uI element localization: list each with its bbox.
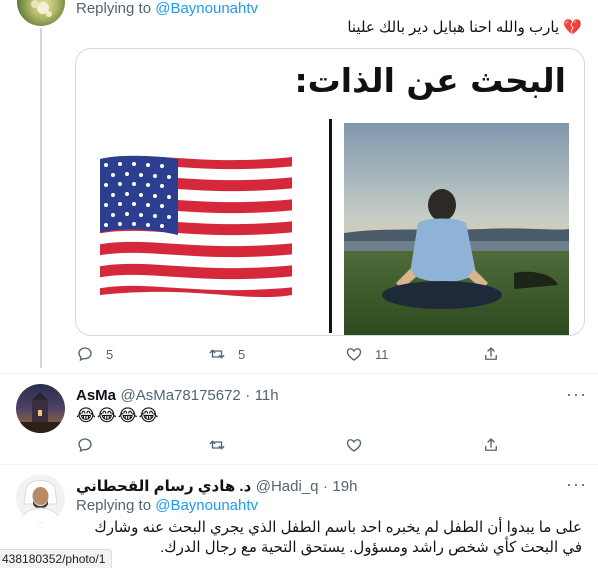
meditation-photo [344, 123, 569, 335]
reply-icon [78, 347, 92, 362]
display-name[interactable]: د. هادي رسام القحطاني [76, 478, 251, 495]
image-divider [329, 119, 332, 333]
share-icon [485, 438, 497, 451]
reply-button[interactable] [76, 436, 94, 454]
avatar[interactable] [16, 474, 65, 523]
share-icon [485, 347, 497, 360]
heart-icon [346, 439, 362, 452]
timestamp[interactable]: 19h [332, 478, 357, 495]
us-flag-icon [100, 155, 292, 298]
tweet-header: د. هادي رسام القحطاني @Hadi_q · 19h [76, 477, 357, 496]
status-bar-url: 438180352/photo/1 [0, 549, 113, 568]
tweet-header: AsMa @AsMa78175672 · 11h [76, 387, 279, 405]
heart-icon [346, 348, 362, 361]
retweet-button[interactable]: 5 [208, 345, 245, 363]
like-count: 11 [375, 346, 389, 362]
tweet-text: 💔 يارب والله احنا هبايل دير بالك علينا [82, 18, 582, 38]
like-button[interactable]: 11 [345, 345, 389, 363]
avatar[interactable] [16, 384, 65, 433]
reply-button[interactable]: 5 [76, 345, 113, 363]
avatar-person-icon [19, 480, 62, 523]
media-title: البحث عن الذات: [294, 61, 566, 100]
reply-icon [78, 438, 92, 453]
reply-count: 5 [106, 346, 114, 362]
user-handle[interactable]: @Hadi_q [256, 478, 319, 495]
replying-to: Replying to @Baynounahtv [76, 497, 258, 514]
tweet-media[interactable]: البحث عن الذات: [75, 48, 585, 336]
retweet-count: 5 [238, 346, 246, 362]
divider [0, 464, 598, 465]
share-button[interactable] [482, 436, 500, 454]
timestamp[interactable]: 11h [255, 387, 279, 404]
more-options-icon[interactable]: ··· [566, 384, 587, 405]
tweet-text-body: يارب والله احنا هبايل دير بالك علينا [347, 19, 560, 36]
tweet-text-line-2: في البحث كأي شخص راشد ومسؤول. يستحق التح… [160, 539, 582, 556]
retweet-icon [209, 440, 225, 450]
thread-line [40, 28, 42, 368]
replying-handle-link[interactable]: @Baynounahtv [155, 497, 258, 514]
replying-prefix: Replying to [76, 497, 152, 514]
divider [0, 373, 598, 374]
replying-prefix: Replying to [76, 0, 152, 17]
tweet-text: على ما يبدوا أن الطفل لم يخبره احد باسم … [72, 518, 582, 558]
tweet-text-line-1: على ما يبدوا أن الطفل لم يخبره احد باسم … [94, 519, 582, 536]
separator-dot: · [322, 478, 328, 495]
tweet-text: 😂😂😂😂 [76, 406, 160, 425]
retweet-icon [209, 349, 225, 359]
replying-to: Replying to @Baynounahtv [76, 0, 258, 17]
broken-heart-emoji: 💔 [563, 19, 582, 36]
avatar-flower-icon [31, 0, 52, 17]
separator-dot: · [245, 387, 251, 404]
display-name[interactable]: AsMa [76, 387, 116, 404]
avatar-castle-icon [16, 392, 65, 433]
share-button[interactable] [482, 345, 500, 363]
like-button[interactable] [345, 436, 363, 454]
replying-handle-link[interactable]: @Baynounahtv [155, 0, 258, 17]
retweet-button[interactable] [208, 436, 226, 454]
user-handle[interactable]: @AsMa78175672 [120, 387, 240, 404]
more-options-icon[interactable]: ··· [566, 474, 587, 495]
avatar[interactable] [17, 0, 65, 26]
